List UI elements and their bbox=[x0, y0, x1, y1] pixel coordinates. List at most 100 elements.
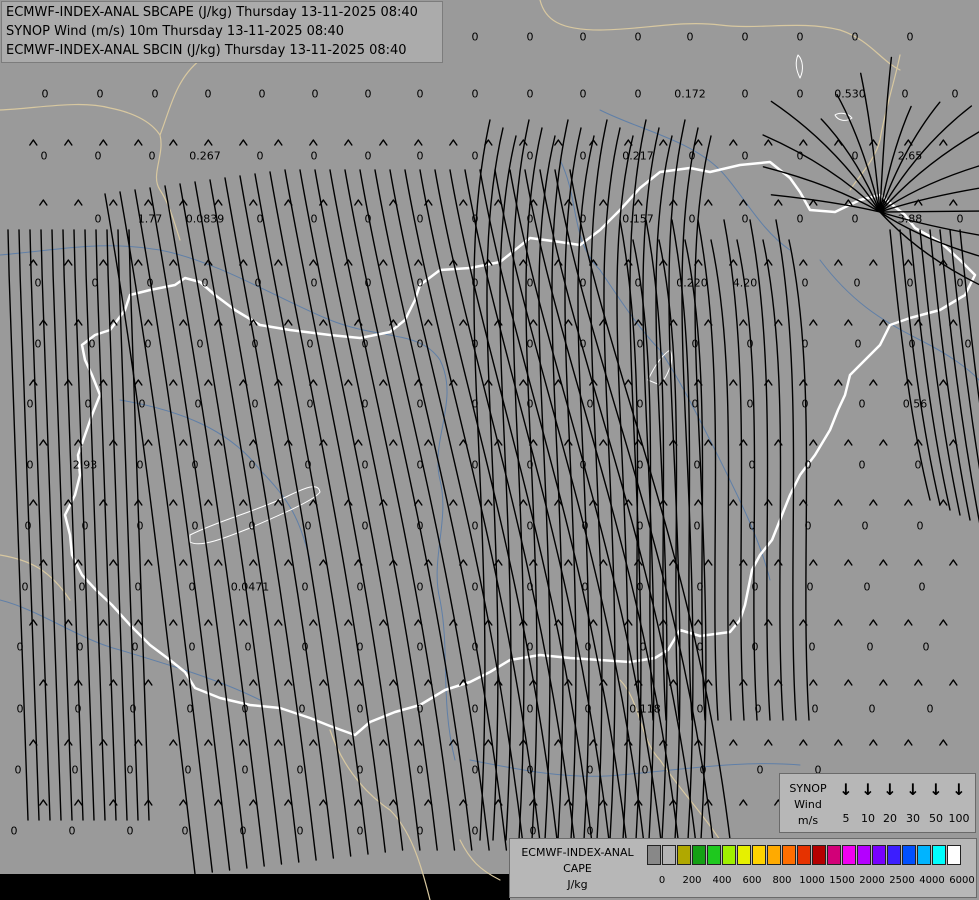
cape-value: 0 bbox=[691, 337, 699, 351]
cape-value: 0.157 bbox=[622, 212, 654, 226]
wind-arrow-icon bbox=[249, 679, 258, 686]
cape-scale-label: 6000 bbox=[949, 875, 975, 886]
wind-arrow-icon bbox=[134, 619, 143, 626]
wind-arrow-icon bbox=[74, 799, 83, 806]
cape-value: 0 bbox=[471, 276, 479, 290]
wind-streamline bbox=[775, 219, 797, 721]
wind-arrow-icon bbox=[589, 739, 598, 746]
cape-value: 0 bbox=[416, 763, 424, 777]
wind-arrow-icon bbox=[949, 199, 958, 206]
wind-arrow-icon bbox=[309, 739, 318, 746]
cape-value: 0.118 bbox=[629, 702, 661, 716]
wind-arrow-icon bbox=[74, 319, 83, 326]
cape-value: 0 bbox=[71, 763, 79, 777]
wind-arrow-icon bbox=[64, 139, 73, 146]
cape-value: 0 bbox=[76, 640, 84, 654]
lake-outline bbox=[647, 349, 673, 386]
cape-value: 0 bbox=[256, 149, 264, 163]
cape-value: 0 bbox=[471, 580, 479, 594]
cape-value: 0 bbox=[151, 87, 159, 101]
cape-value: 0 bbox=[584, 640, 592, 654]
cape-value: 0 bbox=[471, 149, 479, 163]
cape-value: 0 bbox=[304, 519, 312, 533]
cape-value: 0 bbox=[868, 702, 876, 716]
cape-value: 0 bbox=[416, 337, 424, 351]
wind-arrow-icon bbox=[424, 319, 433, 326]
cape-color-swatch bbox=[932, 845, 946, 865]
cape-value: 0 bbox=[196, 337, 204, 351]
wind-streamline bbox=[879, 211, 979, 257]
wind-arrow-icon bbox=[799, 739, 808, 746]
wind-arrow-icon bbox=[29, 499, 38, 506]
cape-value: 0 bbox=[310, 212, 318, 226]
wind-arrow-icon bbox=[354, 439, 363, 446]
cape-value: 0.172 bbox=[674, 87, 706, 101]
wind-arrow-icon bbox=[599, 439, 608, 446]
wind-arrow-icon bbox=[564, 799, 573, 806]
wind-arrow-icon bbox=[904, 139, 913, 146]
cape-value: 0 bbox=[636, 458, 644, 472]
cape-value: 0 bbox=[364, 276, 372, 290]
wind-arrow-icon: ↓ bbox=[952, 780, 966, 799]
wind-streamline bbox=[389, 169, 525, 851]
cape-color-swatch bbox=[947, 845, 961, 865]
cape-value: 0 bbox=[301, 640, 309, 654]
cape-value: 0 bbox=[74, 702, 82, 716]
cape-value: 0 bbox=[304, 458, 312, 472]
map-svg bbox=[0, 0, 979, 900]
wind-legend-label: 100 bbox=[948, 812, 970, 825]
cape-value: 0 bbox=[21, 580, 29, 594]
wind-arrow-icon bbox=[204, 499, 213, 506]
cape-value: 0 bbox=[691, 397, 699, 411]
cape-scale-label: 2500 bbox=[889, 875, 915, 886]
cape-value: 0 bbox=[251, 397, 259, 411]
cape-value: 0 bbox=[81, 519, 89, 533]
cape-value: 0 bbox=[248, 458, 256, 472]
cape-value: 0 bbox=[416, 824, 424, 838]
cape-value: 0 bbox=[851, 149, 859, 163]
cape-value: 0 bbox=[94, 149, 102, 163]
cape-value: 0 bbox=[851, 212, 859, 226]
wind-legend-title-1: SYNOP bbox=[789, 782, 827, 795]
wind-arrow-icon bbox=[484, 499, 493, 506]
cape-value: 0 bbox=[26, 458, 34, 472]
wind-streamline bbox=[104, 193, 196, 875]
wind-arrow-icon bbox=[309, 259, 318, 266]
cape-scale-label: 0 bbox=[658, 875, 666, 886]
cape-value: 0 bbox=[579, 212, 587, 226]
region-border bbox=[539, 0, 901, 71]
cape-scale-label: 200 bbox=[682, 875, 702, 886]
wind-arrow-icon bbox=[204, 379, 213, 386]
map-canvas[interactable]: 0 0 0 0 0 0 0 0 0 0 0 0 0 0 0 0 0 0 0 0 0 0.172 0 0 0.530 0 0 0 0 0 0.… bbox=[0, 0, 979, 900]
cape-value: 0 bbox=[906, 30, 914, 44]
cape-color-swatch bbox=[827, 845, 841, 865]
cape-color-swatch bbox=[722, 845, 736, 865]
cape-color-swatch bbox=[767, 845, 781, 865]
cape-value: 0 bbox=[239, 824, 247, 838]
wind-arrow-icon bbox=[799, 379, 808, 386]
wind-arrow-icon bbox=[624, 379, 633, 386]
wind-arrow-icon bbox=[39, 439, 48, 446]
wind-legend-label: 50 bbox=[929, 812, 943, 825]
wind-arrow-icon bbox=[879, 559, 888, 566]
cape-color-swatch bbox=[902, 845, 916, 865]
cape-value: 3.88 bbox=[897, 212, 923, 226]
cape-value: 0 bbox=[134, 580, 142, 594]
cape-value: 0 bbox=[144, 337, 152, 351]
wind-arrow-icon bbox=[939, 739, 948, 746]
cape-value: 0 bbox=[693, 458, 701, 472]
cape-scale-label: 1000 bbox=[799, 875, 825, 886]
wind-legend-title-3: m/s bbox=[797, 814, 819, 827]
wind-streamline bbox=[486, 127, 504, 841]
cape-scale-label: 1500 bbox=[829, 875, 855, 886]
cape-value: 0 bbox=[416, 640, 424, 654]
cape-value: 0 bbox=[804, 458, 812, 472]
cape-value: 0 bbox=[416, 580, 424, 594]
cape-value: 0 bbox=[699, 763, 707, 777]
wind-streamline bbox=[51, 229, 73, 821]
wind-arrow-icon bbox=[564, 559, 573, 566]
wind-arrow-icon bbox=[764, 499, 773, 506]
wind-arrow-icon bbox=[799, 139, 808, 146]
cape-value: 0 bbox=[68, 824, 76, 838]
wind-arrow-icon bbox=[949, 559, 958, 566]
